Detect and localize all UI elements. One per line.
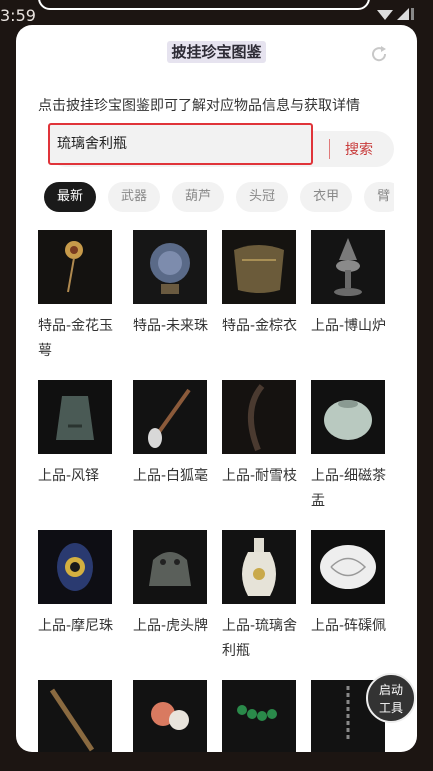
item-thumbnail	[222, 230, 296, 304]
item-label: 特品-金棕衣	[222, 318, 298, 334]
incense-burner-icon	[311, 230, 385, 304]
bell-icon	[38, 380, 112, 454]
search-button[interactable]: 搜索	[345, 139, 373, 159]
bead-string-icon	[222, 680, 296, 752]
tab-crowns[interactable]: 头冠	[236, 182, 289, 212]
item-label: 上品-耐雪枝	[222, 468, 298, 484]
list-item[interactable]: 上品-白狐毫	[133, 380, 217, 489]
page-title: 披挂珍宝图鉴	[16, 41, 417, 63]
item-thumbnail	[133, 380, 207, 454]
tab-armor[interactable]: 衣甲	[300, 182, 353, 212]
list-item[interactable]: 上品-细磁茶盂	[311, 380, 395, 514]
list-item[interactable]: 上品-博山炉	[311, 230, 395, 339]
item-label: 上品-摩尼珠	[38, 618, 114, 634]
item-thumbnail	[38, 680, 112, 752]
item-thumbnail	[38, 530, 112, 604]
item-thumbnail	[133, 530, 207, 604]
list-item[interactable]: 特品-未来珠	[133, 230, 217, 339]
status-time: 3:59	[0, 6, 36, 25]
item-thumbnail	[133, 230, 207, 304]
item-label: 特品-未来珠	[133, 318, 209, 334]
tiger-token-icon	[133, 530, 207, 604]
tea-jar-icon	[311, 380, 385, 454]
gallery-panel: 披挂珍宝图鉴 点击披挂珍宝图鉴即可了解对应物品信息与获取详情 琉璃舍利瓶 搜索 …	[16, 25, 417, 752]
staff-icon	[38, 680, 112, 752]
coral-icon	[133, 680, 207, 752]
list-item[interactable]: 上品-琉璃舍利瓶	[222, 530, 306, 664]
item-label: 上品-虎头牌	[133, 618, 209, 634]
mani-pearl-icon	[38, 530, 112, 604]
orb-icon	[133, 230, 207, 304]
tool-button-line1: 启动	[378, 683, 403, 697]
glaze-vase-icon	[222, 530, 296, 604]
list-item[interactable]: 上品-耐雪枝	[222, 380, 306, 489]
hint-text: 点击披挂珍宝图鉴即可了解对应物品信息与获取详情	[38, 98, 360, 114]
item-thumbnail	[311, 530, 385, 604]
tab-latest[interactable]: 最新	[44, 182, 97, 212]
golden-hairpin-icon	[38, 230, 112, 304]
item-thumbnail	[311, 230, 385, 304]
item-label: 上品-风铎	[38, 468, 100, 484]
list-item[interactable]: 特品-金花玉萼	[38, 230, 122, 364]
status-icons	[375, 6, 415, 22]
item-label: 上品-白狐毫	[133, 468, 209, 484]
signal-battery-icon	[377, 8, 414, 20]
item-label: 上品-琉璃舍利瓶	[222, 618, 298, 659]
tab-weapons[interactable]: 武器	[108, 182, 161, 212]
item-label: 上品-砗磲佩	[311, 618, 387, 634]
item-thumbnail	[222, 530, 296, 604]
item-thumbnail	[222, 380, 296, 454]
pendant-icon	[311, 530, 385, 604]
list-item[interactable]	[133, 680, 217, 752]
item-thumbnail	[222, 680, 296, 752]
golden-robe-icon	[222, 230, 296, 304]
list-item[interactable]: 上品-虎头牌	[133, 530, 217, 639]
list-item[interactable]: 上品-风铎	[38, 380, 122, 489]
notch-outline	[38, 0, 370, 10]
item-label: 特品-金花玉萼	[38, 318, 114, 359]
item-thumbnail	[38, 380, 112, 454]
list-item[interactable]: 特品-金棕衣	[222, 230, 306, 339]
search-input[interactable]: 琉璃舍利瓶	[48, 123, 313, 165]
item-thumbnail	[38, 230, 112, 304]
brush-icon	[133, 380, 207, 454]
launch-tool-button[interactable]: 启动 工具	[366, 673, 416, 723]
item-thumbnail	[133, 680, 207, 752]
item-thumbnail	[311, 380, 385, 454]
item-label: 上品-博山炉	[311, 318, 387, 334]
search-divider	[329, 139, 330, 159]
category-tabs: 最新 武器 葫芦 头冠 衣甲臂	[44, 182, 394, 214]
list-item[interactable]	[38, 680, 122, 752]
tab-gourds[interactable]: 葫芦	[172, 182, 225, 212]
list-item[interactable]: 上品-砗磲佩	[311, 530, 395, 639]
tab-arm[interactable]: 臂	[364, 182, 394, 212]
refresh-icon[interactable]	[369, 44, 389, 64]
item-label: 上品-细磁茶盂	[311, 468, 387, 509]
branch-icon	[222, 380, 296, 454]
tool-button-line2: 工具	[378, 701, 403, 715]
list-item[interactable]: 上品-摩尼珠	[38, 530, 122, 639]
list-item[interactable]	[222, 680, 306, 752]
